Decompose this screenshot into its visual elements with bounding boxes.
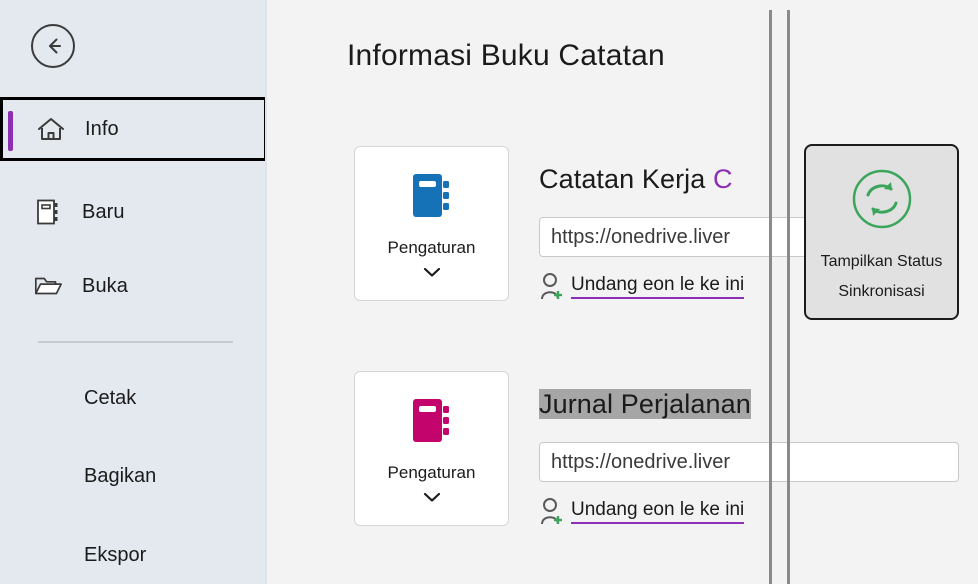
notebook-url-text-2: https://onedrive.liver (551, 450, 730, 473)
notebook-title-text-1: Catatan Kerja (539, 164, 706, 194)
person-add-icon (539, 496, 567, 526)
notebook-title-1: Catatan Kerja C (539, 164, 733, 195)
sidebar-divider (38, 341, 233, 343)
notebook-icon (408, 170, 456, 227)
back-button[interactable] (31, 24, 75, 68)
sync-status-label: Tampilkan Status Sinkronisasi (812, 247, 952, 307)
selection-accent-bar (8, 111, 13, 151)
show-sync-status-button[interactable]: Tampilkan Status Sinkronisasi (804, 144, 959, 320)
notebook-invite-link-1[interactable]: Undang eon le ke ini (539, 271, 745, 301)
page-title: Informasi Buku Catatan (347, 39, 665, 72)
sidebar-item-baru[interactable]: Baru (0, 180, 267, 244)
notebook-invite-link-2[interactable]: Undang eon le ke ini (539, 496, 745, 526)
sync-refresh-icon (851, 168, 913, 235)
open-folder-icon (33, 273, 63, 299)
notebook-title-text-2: Jurnal Perjalanan (539, 389, 751, 419)
sidebar-item-info[interactable]: Info (0, 97, 267, 161)
sidebar-item-ekspor[interactable]: Ekspor (0, 535, 267, 575)
chevron-down-icon (422, 490, 442, 508)
notebook-settings-label-2: Pengaturan (387, 463, 476, 482)
notebook-icon (408, 395, 456, 452)
notebook-title-suffix-1: C (713, 164, 733, 194)
home-icon (36, 115, 66, 143)
panel-splitter[interactable] (787, 10, 790, 584)
notebook-url-text-1: https://onedrive.liver (551, 225, 730, 248)
back-arrow-icon (40, 33, 66, 59)
sync-status-label-line1: Tampilkan Status (820, 253, 943, 270)
notebook-settings-label-1: Pengaturan (387, 238, 476, 257)
notebook-title-2: Jurnal Perjalanan (539, 389, 751, 420)
sidebar-item-label-baru: Baru (82, 200, 125, 223)
notebook-url-field-2[interactable]: https://onedrive.liver (539, 442, 959, 482)
sidebar-item-label-info: Info (85, 117, 119, 140)
onenote-backstage-window: Info Baru Buka Cetak Bagikan Ekspor Info… (0, 0, 978, 584)
sidebar-item-buka[interactable]: Buka (0, 254, 267, 318)
sidebar: Info Baru Buka Cetak Bagikan Ekspor (0, 0, 267, 584)
content-scrollbar-rail[interactable] (769, 10, 772, 584)
sidebar-item-cetak[interactable]: Cetak (0, 378, 267, 418)
sync-status-label-line2: Sinkronisasi (838, 283, 925, 300)
sidebar-item-label-ekspor: Ekspor (84, 543, 147, 566)
sidebar-item-label-buka: Buka (82, 274, 128, 297)
sidebar-item-bagikan[interactable]: Bagikan (0, 456, 267, 496)
sidebar-item-label-bagikan: Bagikan (84, 464, 157, 487)
notebook-invite-text-1: Undang eon le ke ini (571, 274, 745, 299)
notebook-settings-card-1[interactable]: Pengaturan (354, 146, 509, 301)
notebook-invite-text-2: Undang eon le ke ini (571, 499, 745, 524)
sidebar-item-label-cetak: Cetak (84, 386, 137, 409)
notebook-settings-card-2[interactable]: Pengaturan (354, 371, 509, 526)
chevron-down-icon (422, 265, 442, 283)
person-add-icon (539, 271, 567, 301)
new-notebook-icon (33, 197, 63, 227)
notebook-row-2: Pengaturan Jurnal Perjalanan https://one… (267, 371, 978, 546)
